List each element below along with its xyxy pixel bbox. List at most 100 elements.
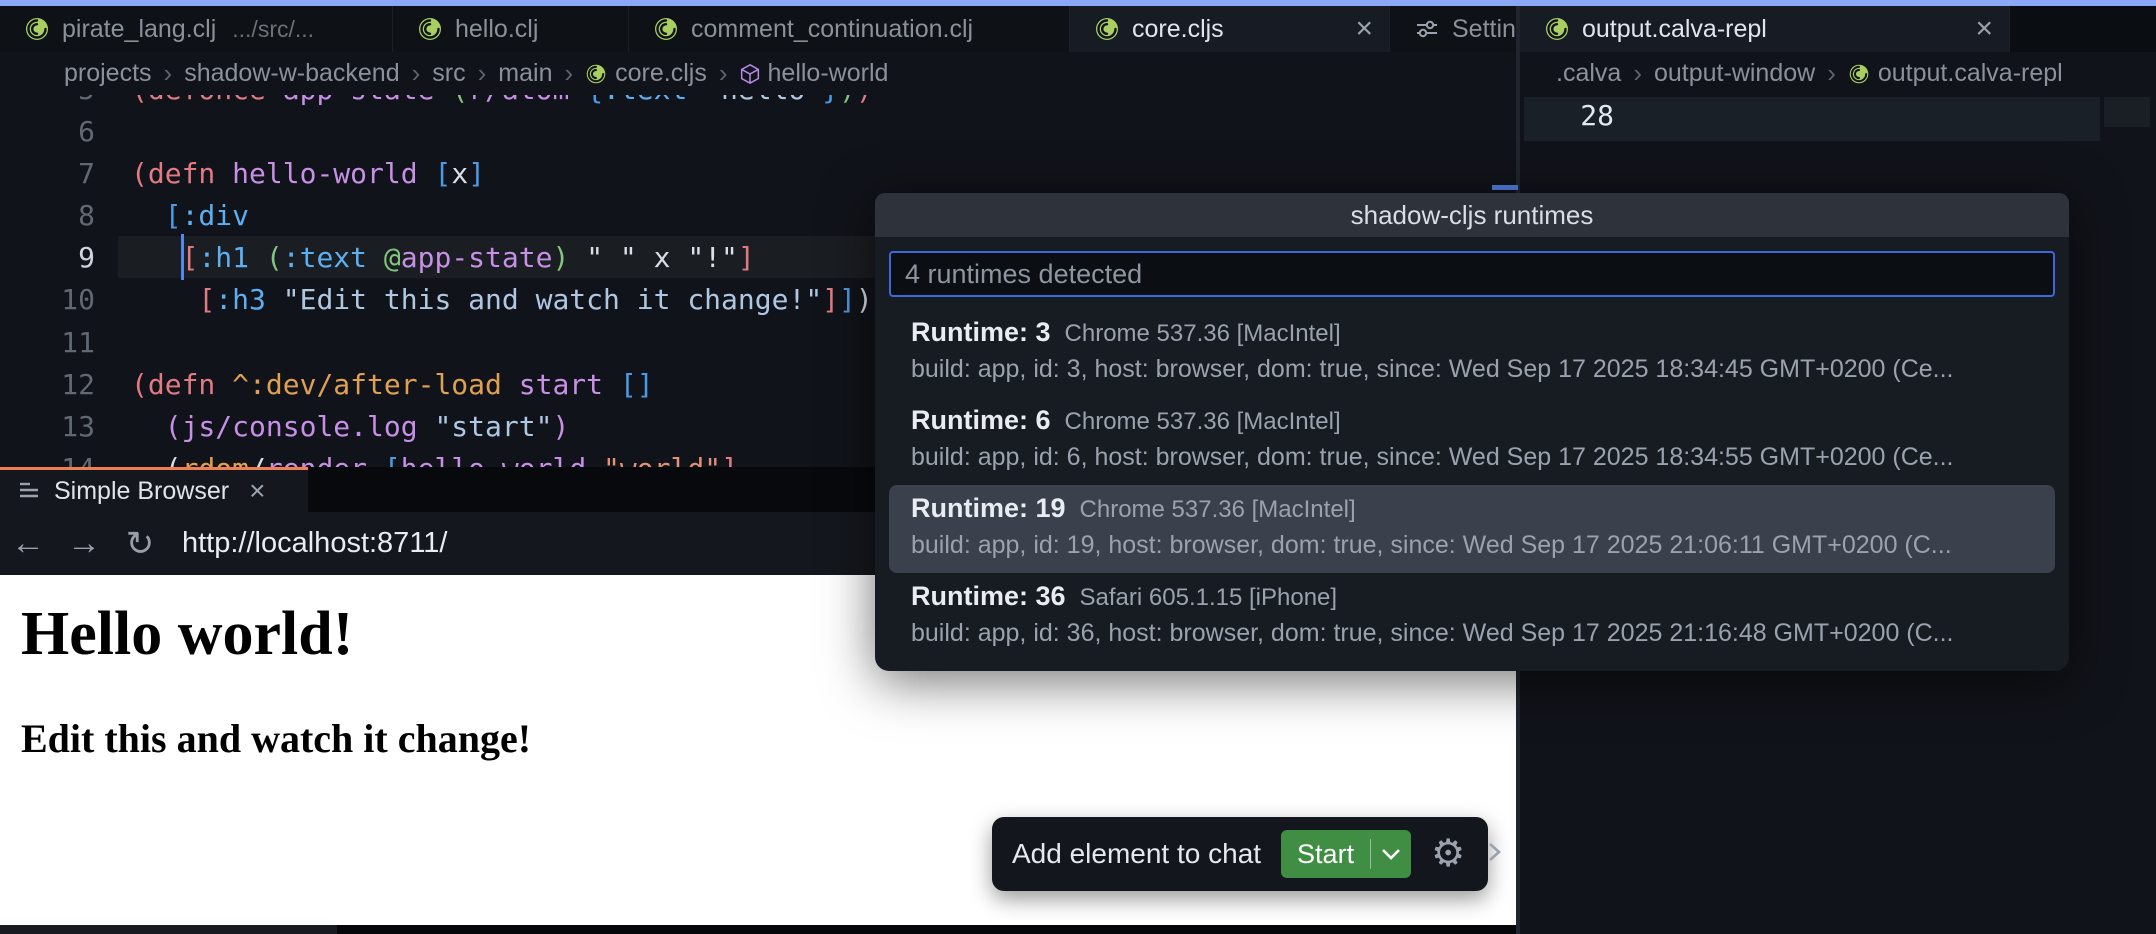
chevron-down-icon[interactable]: [1371, 847, 1411, 861]
forward-icon[interactable]: →: [56, 524, 112, 563]
tab-path-hint: .../src/...: [232, 16, 314, 43]
breadcrumb-item-shadow-w-backend[interactable]: shadow-w-backend: [184, 59, 399, 88]
breadcrumb-text: main: [498, 59, 552, 88]
runtime-option-2[interactable]: Runtime: 6 Chrome 537.36 [MacIntel] build:…: [889, 397, 2055, 485]
tab-label: Settin: [1452, 15, 1516, 44]
runtime-description: Chrome 537.36 [MacIntel]: [1080, 496, 1356, 524]
code-text: [:h1 (:text @app-state) " " x "!"]: [131, 241, 755, 274]
toolbar-label: Add element to chat: [1012, 838, 1261, 870]
breadcrumb-separator: ›: [164, 58, 173, 89]
tab-comment-continuation-clj[interactable]: comment_continuation.clj: [629, 6, 1070, 52]
runtime-description: Safari 605.1.15 [iPhone]: [1080, 584, 1338, 612]
line-number: 5: [0, 95, 95, 106]
runtime-label: Runtime: 19: [911, 493, 1066, 524]
code-line-7: 7 (defn hello-world [x]: [0, 152, 1516, 194]
clojure-icon: [1848, 63, 1870, 85]
breadcrumb-item-calva[interactable]: .calva: [1556, 59, 1621, 88]
clojure-icon: [585, 63, 607, 85]
breadcrumb-text: projects: [64, 59, 152, 88]
chevron-right-icon[interactable]: [1485, 838, 1503, 871]
breadcrumb-item-projects[interactable]: projects: [64, 59, 152, 88]
tab-output-calva-repl[interactable]: output.calva-repl ×: [1520, 6, 2010, 52]
line-number: 13: [0, 410, 95, 443]
code-text: [:div: [131, 199, 249, 232]
vscode-window: pirate_lang.clj.../src/... hello.clj comme…: [0, 0, 2156, 934]
settings-icon: [1414, 16, 1440, 42]
code-text: (rdom/render [hello-world "world"]: [131, 452, 738, 468]
breadcrumb-separator: ›: [1633, 58, 1642, 89]
clojure-icon: [417, 16, 443, 42]
tab-settin[interactable]: Settin⋯: [1390, 6, 1518, 52]
runtime-detail: build: app, id: 36, host: browser, dom: …: [911, 619, 2043, 648]
code-text: (defonce app-state (r/atom {:text "hello…: [131, 95, 873, 106]
breadcrumb-separator: ›: [412, 58, 421, 89]
line-number: 12: [0, 368, 95, 401]
breadcrumb-item-core-cljs[interactable]: core.cljs: [585, 59, 707, 88]
line-number: 6: [0, 115, 95, 148]
back-icon[interactable]: ←: [0, 524, 56, 563]
breadcrumb-item-output-window[interactable]: output-window: [1654, 59, 1815, 88]
gear-icon[interactable]: ⚙: [1431, 835, 1465, 873]
breadcrumb-item-main[interactable]: main: [498, 59, 552, 88]
tab-label: comment_continuation.clj: [691, 15, 973, 44]
quickpick-input[interactable]: [889, 251, 2055, 297]
line-number: 10: [0, 283, 95, 316]
reload-icon[interactable]: ↻: [112, 524, 168, 564]
runtime-label: Runtime: 36: [911, 581, 1066, 612]
breadcrumb-item-src[interactable]: src: [432, 59, 465, 88]
runtime-option-3[interactable]: Runtime: 19 Chrome 537.36 [MacIntel] build…: [889, 485, 2055, 573]
tab-simple-browser[interactable]: Simple Browser ×: [0, 467, 308, 512]
breadcrumb-text: hello-world: [768, 59, 889, 88]
editor-tab-bar: pirate_lang.clj.../src/... hello.clj comme…: [0, 6, 2156, 52]
breadcrumb-item-output-calva-repl[interactable]: output.calva-repl: [1848, 59, 2063, 88]
page-subheading: Edit this and watch it change!: [21, 715, 531, 762]
runtime-detail: build: app, id: 3, host: browser, dom: t…: [911, 355, 2043, 384]
breadcrumb-separator: ›: [1827, 58, 1836, 89]
browser-list-icon: [16, 478, 42, 504]
runtime-description: Chrome 537.36 [MacIntel]: [1065, 408, 1341, 436]
clojure-icon: [1094, 16, 1120, 42]
code-line-6: 6: [0, 110, 1516, 152]
runtime-detail: build: app, id: 6, host: browser, dom: t…: [911, 443, 2043, 472]
clojure-icon: [653, 16, 679, 42]
breadcrumb-text: core.cljs: [615, 59, 707, 88]
code-text: [:h3 "Edit this and watch it change!"]]): [131, 283, 873, 316]
panel-tab-label: Simple Browser: [54, 477, 229, 506]
breadcrumb-item-hello-world[interactable]: hello-world: [740, 59, 889, 88]
tab-label: core.cljs: [1132, 15, 1224, 44]
text-cursor: [181, 234, 184, 280]
code-text: (js/console.log "start"): [131, 410, 569, 443]
breadcrumb-separator: ›: [719, 58, 728, 89]
quickpick-dialog: shadow-cljs runtimes Runtime: 3Chrome 53…: [875, 193, 2069, 671]
tab-label: hello.clj: [455, 15, 538, 44]
code-text: (defn hello-world [x]: [131, 157, 485, 190]
runtime-option-4[interactable]: Runtime: 36 Safari 605.1.15 [iPhone] build…: [889, 573, 2055, 661]
line-number: 9: [0, 241, 95, 274]
close-icon[interactable]: ×: [249, 475, 265, 507]
breadcrumb-separator: ›: [478, 58, 487, 89]
scrollbar-indicator[interactable]: [1492, 185, 1518, 190]
line-number: 14: [0, 452, 95, 468]
close-icon[interactable]: ×: [1975, 14, 1993, 44]
clojure-icon: [24, 16, 50, 42]
runtime-label: Runtime: 6: [911, 405, 1051, 436]
tab-core-cljs[interactable]: core.cljs ×: [1070, 6, 1390, 52]
tab-bar-empty-space: [2010, 6, 2156, 52]
line-number: 11: [0, 326, 95, 359]
breadcrumb-secondary: .calva › output-window › output.calva-repl: [1522, 52, 2156, 95]
runtime-detail: build: app, id: 19, host: browser, dom: …: [911, 531, 2043, 560]
line-number: 8: [0, 199, 95, 232]
page-heading: Hello world!: [21, 599, 353, 670]
close-icon[interactable]: ×: [1355, 14, 1373, 44]
start-button[interactable]: Start: [1281, 830, 1411, 878]
breadcrumb-text: .calva: [1556, 59, 1621, 88]
quickpick-title: shadow-cljs runtimes: [875, 193, 2069, 237]
tab-pirate-lang-clj[interactable]: pirate_lang.clj.../src/...: [0, 6, 393, 52]
tab-label: output.calva-repl: [1582, 15, 1767, 44]
code-text: (defn ^:dev/after-load start []: [131, 368, 654, 401]
line-number: 7: [0, 157, 95, 190]
url-field[interactable]: http://localhost:8711/: [182, 527, 447, 560]
tab-hello-clj[interactable]: hello.clj: [393, 6, 629, 52]
quickpick-body: Runtime: 3Chrome 537.36 [MacIntel]build:…: [875, 237, 2069, 671]
runtime-option-1[interactable]: Runtime: 3Chrome 537.36 [MacIntel]build:…: [889, 309, 2055, 397]
